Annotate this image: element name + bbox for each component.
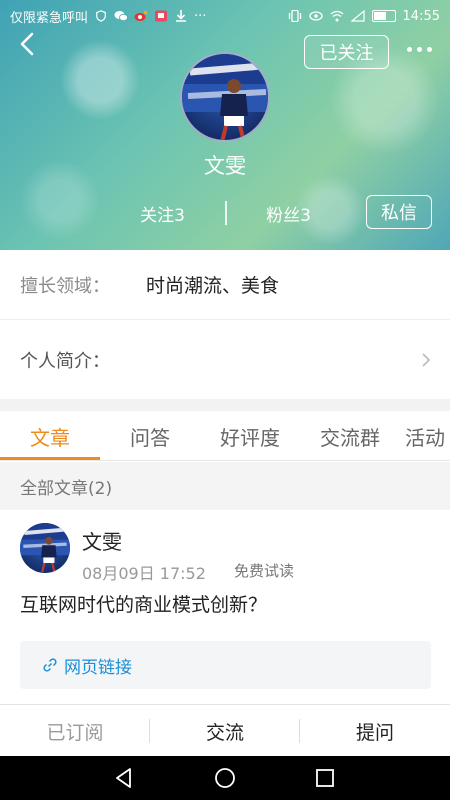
profile-name: 文雯 [204,154,246,178]
web-link-label: 网页链接 [64,657,132,678]
web-link-card[interactable]: 网页链接 [20,641,431,689]
more-icon: ··· [194,8,207,24]
follow-button[interactable]: 已关注 [304,35,389,69]
signal-icon [350,10,365,22]
chat-button[interactable]: 交流 [150,705,300,757]
status-time: 14:55 [402,8,440,24]
tab-rating[interactable]: 好评度 [200,411,300,460]
avatar-image [20,523,70,573]
message-button[interactable]: 私信 [366,195,432,229]
nav-home-icon[interactable] [211,764,239,792]
status-left: 仅限紧急呼叫 ··· [10,7,206,26]
ask-button[interactable]: 提问 [300,705,450,757]
eye-icon [308,11,323,21]
tab-qa[interactable]: 问答 [100,411,200,460]
wifi-icon [330,10,343,22]
back-button[interactable] [14,30,42,58]
expertise-value: 时尚潮流、美食 [146,275,280,297]
dot-icon [416,46,422,52]
expertise-row: 擅长领域： 时尚潮流、美食 [0,250,450,320]
carrier-text: 仅限紧急呼叫 [10,10,89,26]
avatar-image [182,54,268,140]
subscribed-button[interactable]: 已订阅 [0,705,150,757]
nav-recents-icon[interactable] [311,764,339,792]
weibo-icon [134,10,148,21]
article-title[interactable]: 互联网时代的商业模式创新？ [20,590,267,617]
profile-header: 仅限紧急呼叫 ··· 14:55 已关注 文雯 关注3 粉丝3 私信 [0,0,450,250]
bottom-action-bar: 已订阅 交流 提问 [0,704,450,756]
dot-icon [406,46,412,52]
vibrate-icon [288,10,301,22]
wechat-icon [114,11,128,22]
content-tabs: 文章 问答 好评度 交流群 活动 [0,411,450,461]
chevron-right-icon [422,353,431,367]
article-badge: 免费试读 [234,562,295,580]
expertise-label: 擅长领域： [20,275,110,297]
download-icon [176,10,187,22]
nav-back-icon[interactable] [110,764,138,792]
link-icon [43,658,57,672]
articles-section-title: 全部文章(2) [0,462,450,510]
article-time: 08月09日 17:52 [82,564,206,583]
section-gap [0,399,450,411]
article-author: 文雯 [82,530,122,554]
active-tab-indicator [0,457,100,460]
article-card[interactable]: 文雯 08月09日 17:52 免费试读 互联网时代的商业模式创新？ 网页链接 [0,510,450,700]
status-right: 14:55 [288,9,440,24]
following-count[interactable]: 关注3 [130,195,195,231]
tab-events[interactable]: 活动 [405,411,450,460]
author-avatar[interactable] [20,523,70,573]
shield-icon [96,10,106,22]
app-icon [155,10,168,22]
battery-icon [371,10,396,22]
tab-articles[interactable]: 文章 [0,411,100,460]
system-navigation-bar [0,756,450,800]
more-options-button[interactable] [402,36,436,62]
profile-avatar[interactable] [180,52,270,142]
intro-label: 个人简介： [20,351,110,372]
intro-row[interactable]: 个人简介： [0,321,450,399]
tab-groups[interactable]: 交流群 [300,411,400,460]
fans-count[interactable]: 粉丝3 [256,195,321,231]
dot-icon [426,46,432,52]
status-bar: 仅限紧急呼叫 ··· 14:55 [0,0,450,32]
stats-divider [225,201,227,225]
